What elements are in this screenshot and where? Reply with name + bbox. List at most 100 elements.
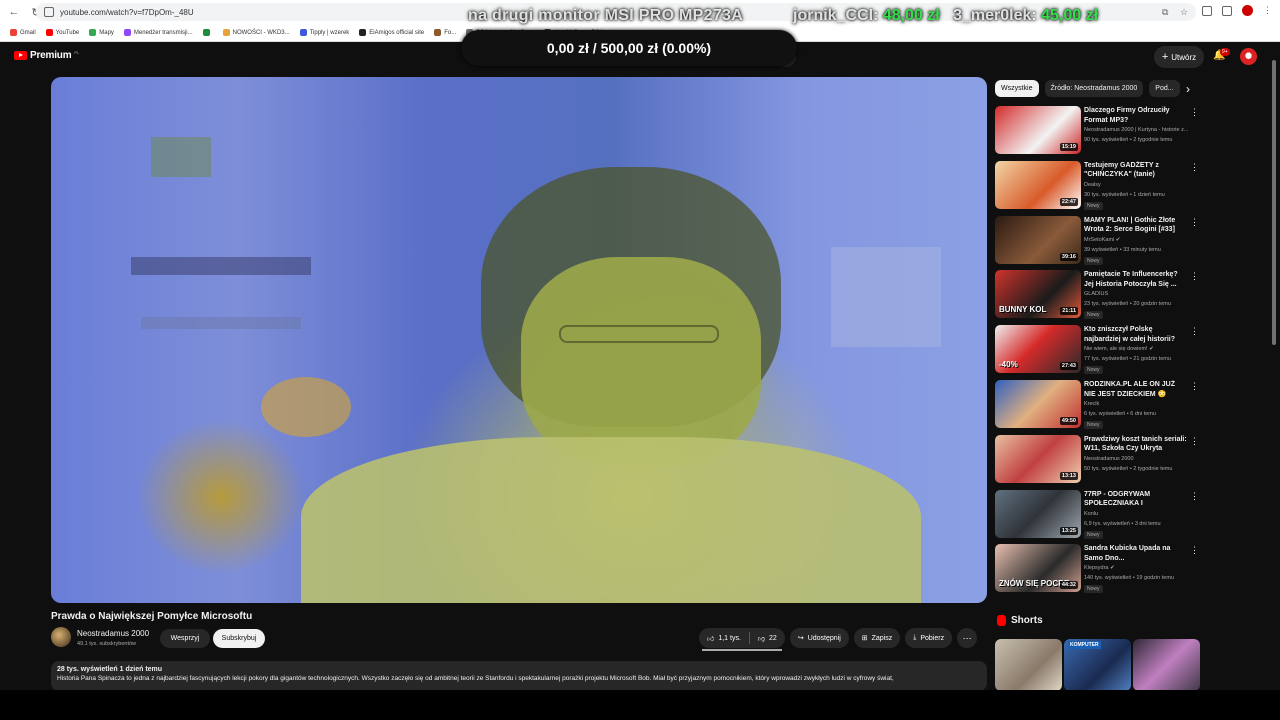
more-options-icon[interactable]: ⋮ [1190,108,1199,117]
page-scrollbar-thumb[interactable] [1272,60,1276,345]
like-ratio-bar [702,649,782,651]
bookmark-item[interactable]: NOWOŚCI - WKD3... [222,29,290,36]
recommended-video-title[interactable]: Prawdziwy koszt tanich seriali: W11, Szk… [1084,435,1188,454]
site-info-icon[interactable] [44,7,54,17]
video-thumbnail[interactable]: 13:13 [995,434,1081,483]
subscribe-button[interactable]: Subskrybuj [213,629,265,648]
bookmark-item[interactable]: Mapy [89,29,114,36]
bookmark-item[interactable]: Gmail [10,29,36,36]
channel-name[interactable]: Neostradamus 2000 [77,629,149,638]
download-button[interactable]: ⤓ Pobierz [905,628,953,648]
recommended-video-channel[interactable]: Neostradamus 2000 | Kurtyna - historie z… [1084,127,1192,133]
save-button[interactable]: ⊞ Zapisz [853,628,901,648]
share-label: Udostępnij [807,634,841,642]
more-options-icon[interactable]: ⋮ [1190,546,1199,555]
video-thumbnail[interactable]: 22:47 [995,160,1081,209]
bookmark-item[interactable]: Menedżer transmisji... [123,29,193,36]
recommended-video-title[interactable]: MAMY PLAN! | Gothic Złote Wrota 2: Serce… [1084,216,1188,235]
recommended-video-channel[interactable]: GLADIUS [1084,291,1192,297]
recommended-video-title[interactable]: RODZINKA.PL ALE ON JUŻ NIE JEST DZIECKIE… [1084,380,1188,399]
video-thumbnail[interactable]: 13:25 [995,489,1081,538]
recommended-video[interactable]: BUNNY KOL 21:11 Pamiętacie Te Influencerkę… [995,270,1200,320]
recommended-video-channel[interactable]: Dealsy [1084,182,1192,188]
install-app-icon[interactable]: ⧉ [1162,7,1172,17]
bookmark-item[interactable] [202,29,213,36]
recommended-video-title[interactable]: 77RP - ODGRYWAM SPOŁECZNIAKA I DENERWUJ.… [1084,490,1188,509]
short-thumbnail[interactable] [995,639,1062,691]
more-options-icon[interactable]: ⋮ [1190,272,1199,281]
video-thumbnail[interactable]: ZNÓW SIĘ POCRĘ 44:32 [995,544,1081,593]
video-thumbnail[interactable]: -40% 27:43 [995,325,1081,374]
bookmark-item[interactable]: Fo... [434,29,456,36]
video-duration: 49:50 [1059,417,1078,425]
back-arrow-icon[interactable]: ← [6,4,22,20]
video-thumbnail[interactable]: 39:16 [995,215,1081,264]
recommended-video[interactable]: 22:47 Testujemy GADŻETY z "CHIŃCZYKA" (ta… [995,160,1200,211]
recommended-video[interactable]: ZNÓW SIĘ POCRĘ 44:32 Sandra Kubicka Upada … [995,544,1200,594]
more-options-icon[interactable]: ⋮ [1190,217,1199,226]
more-options-icon[interactable]: ⋮ [1190,382,1199,391]
url-text[interactable]: youtube.com/watch?v=f7DpOm-_48U [60,8,194,17]
recommended-video-title[interactable]: Testujemy GADŻETY z "CHIŃCZYKA" (tanie) [1084,161,1188,180]
recommended-video-title[interactable]: Kto zniszczył Polskę najbardziej w całej… [1084,325,1188,344]
recommended-video-title[interactable]: Sandra Kubicka Upada na Samo Dno... [1084,544,1188,563]
more-options-icon[interactable]: ⋮ [1190,162,1199,171]
more-actions-icon[interactable]: ⋯ [957,628,978,648]
recommended-video-stats: 140 tys. wyświetleń • 19 godzin temu [1084,575,1174,582]
video-duration: 21:11 [1060,307,1078,316]
profile-icon[interactable] [1242,5,1253,16]
recommended-video[interactable]: -40% 27:43 Kto zniszczył Polskę najbardzie… [995,325,1200,375]
recommended-video-title[interactable]: Pamiętacie Te Influencerkę? Jej Historia… [1084,270,1188,289]
recommended-video-channel[interactable]: Krecik [1084,401,1192,407]
video-player[interactable] [51,77,987,603]
youtube-logo[interactable]: Premium PL [14,50,79,61]
bookmark-item[interactable]: EiAmigos official site [359,29,424,36]
recommended-video[interactable]: 13:13 Prawdziwy koszt tanich seriali: W11… [995,434,1200,485]
video-duration: 44:32 [1059,581,1078,590]
like-button[interactable]: 👍︎ 1,1 tys. [699,628,749,648]
recommended-video-channel[interactable]: Nie wiem, ale się dowiem! ✔ [1084,346,1192,352]
recommended-video-stats: 30 tys. wyświetleń • 1 dzień temu [1084,191,1165,198]
recommended-video-channel[interactable]: Neostradamus 2000 [1084,456,1192,462]
share-icon: ↪ [797,635,804,642]
bookmark-label: Fo... [444,29,457,36]
bookmark-star-icon[interactable]: ☆ [1180,7,1190,17]
recommended-video-channel[interactable]: Klepsydra ✔ [1084,565,1192,571]
recommended-video[interactable]: 13:25 77RP - ODGRYWAM SPOŁECZNIAKA I DENE… [995,489,1200,540]
chevron-right-icon[interactable]: › [1180,81,1196,97]
sidebar-icon[interactable] [1222,5,1232,16]
short-thumbnail[interactable]: KOMPUTER [1064,639,1131,691]
recommended-video[interactable]: 39:16 MAMY PLAN! | Gothic Złote Wrota 2: … [995,215,1200,266]
more-options-icon[interactable]: ⋮ [1190,436,1199,445]
video-thumbnail[interactable]: 15:19 [995,106,1081,154]
extensions-icon[interactable] [1202,5,1212,16]
recommended-video-channel[interactable]: Konlu [1084,511,1192,517]
account-avatar[interactable] [1240,48,1257,65]
download-icon: ⤓ [913,634,917,641]
share-button[interactable]: ↪ Udostępnij [789,628,849,648]
stream-overlay-text: na drugi monitor MSI PRO MP273A [468,7,744,24]
more-options-icon[interactable]: ⋮ [1190,327,1199,336]
video-thumbnail[interactable]: BUNNY KOL 21:11 [995,270,1081,319]
video-thumbnail[interactable]: 49:50 [995,380,1081,428]
description-box[interactable]: 28 tys. wyświetleń 1 dzień temu Historia… [51,661,987,691]
bookmark-item[interactable]: YouTube [45,29,79,36]
filter-chip[interactable]: Pod... [1149,80,1180,97]
filter-chip[interactable]: Źródło: Neostradamus 2000 [1044,80,1144,97]
recommended-video[interactable]: 49:50 RODZINKA.PL ALE ON JUŻ NIE JEST DZI… [995,380,1200,430]
bookmark-favicon-icon [123,29,131,36]
recommended-video-channel[interactable]: MrSetoKami ✔ [1084,237,1192,243]
recommended-video-stats: 50 tys. wyświetleń • 2 tygodnie temu [1084,465,1173,472]
filter-chip[interactable]: Wszystkie [995,80,1039,97]
channel-avatar[interactable] [51,627,71,647]
create-button[interactable]: + Utwórz [1154,46,1204,68]
bookmark-item[interactable]: Tipply | wzerek [299,29,349,36]
dislike-button[interactable]: 👎︎ 22 [750,628,785,648]
recommended-video-title[interactable]: Dlaczego Firmy Odrzuciły Format MP3? [1084,106,1188,125]
more-options-icon[interactable]: ⋮ [1190,491,1199,500]
chrome-menu-icon[interactable]: ⋮ [1263,5,1272,16]
recommended-video[interactable]: 15:19 Dlaczego Firmy Odrzuciły Format MP3… [995,106,1200,156]
thumbnail-text: BUNNY KOL [999,305,1047,315]
short-thumbnail[interactable] [1133,639,1200,691]
support-button[interactable]: Wesprzyj [160,629,210,648]
